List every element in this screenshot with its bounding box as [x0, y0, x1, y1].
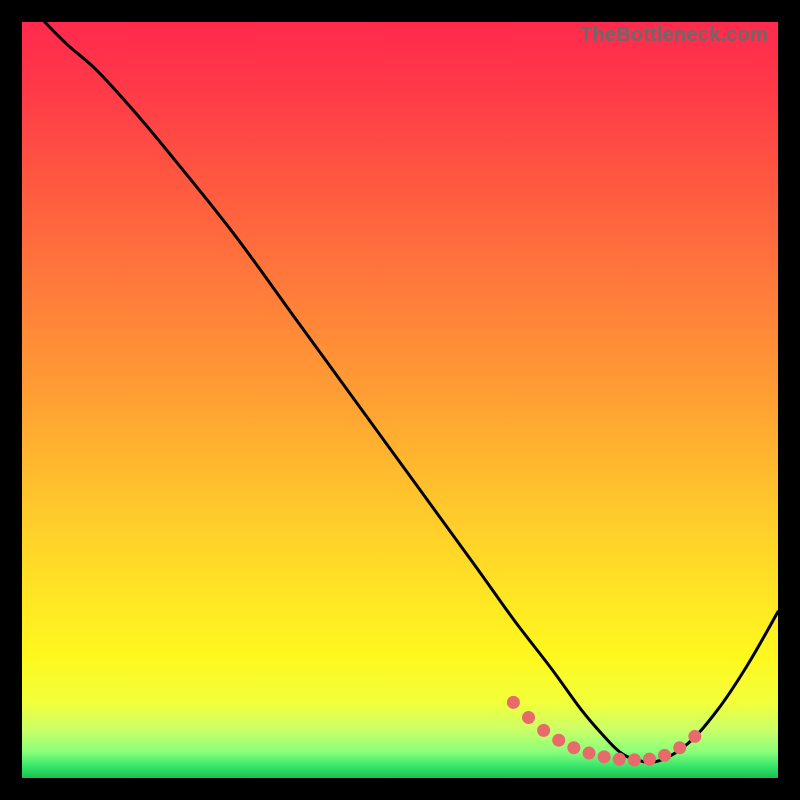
highlight-dot [583, 747, 596, 760]
highlight-dot [673, 741, 686, 754]
highlight-dot [567, 741, 580, 754]
highlight-dot [507, 696, 520, 709]
chart-frame: TheBottleneck.com [22, 22, 778, 778]
chart-canvas [22, 22, 778, 778]
highlight-dot [643, 753, 656, 766]
highlight-dot [613, 753, 626, 766]
highlight-dot [537, 724, 550, 737]
highlight-dot [522, 711, 535, 724]
highlight-dot [552, 734, 565, 747]
highlight-dot [658, 749, 671, 762]
highlight-dot [688, 730, 701, 743]
watermark-text: TheBottleneck.com [580, 24, 768, 47]
gradient-background [22, 22, 778, 778]
highlight-dot [598, 750, 611, 763]
highlight-dot [628, 753, 641, 766]
